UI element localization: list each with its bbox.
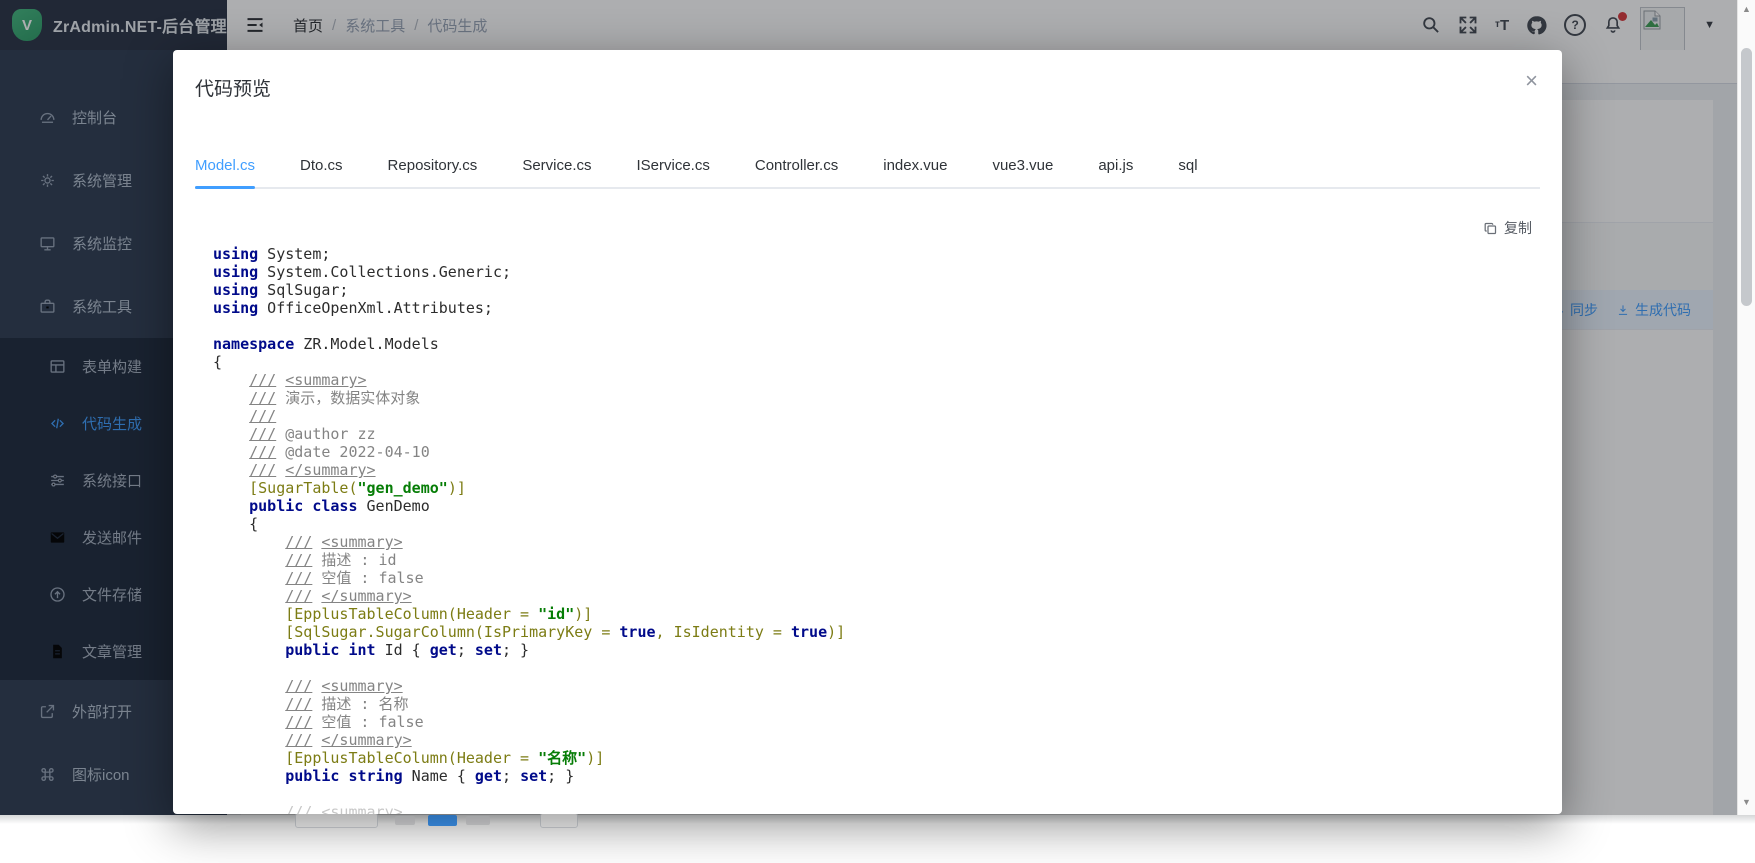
tab-Model.cs[interactable]: Model.cs [195, 157, 255, 187]
tab-IService.cs[interactable]: IService.cs [637, 157, 710, 187]
code-line: using System; [213, 245, 1554, 263]
code-line: [EpplusTableColumn(Header = "名称")] [213, 749, 1554, 767]
code-line: /// @author zz [213, 425, 1554, 443]
copy-button[interactable]: 复制 [1483, 218, 1532, 238]
copy-icon [1483, 221, 1498, 236]
code-line [213, 659, 1554, 677]
code-line: /// @date 2022-04-10 [213, 443, 1554, 461]
code-line: public string Name { get; set; } [213, 767, 1554, 785]
code-line: /// <summary> [213, 533, 1554, 551]
tab-api.js[interactable]: api.js [1098, 157, 1133, 187]
code-block: using System;using System.Collections.Ge… [213, 245, 1554, 814]
code-line: using System.Collections.Generic; [213, 263, 1554, 281]
pagination-goto-input[interactable] [540, 813, 578, 828]
tab-Repository.cs[interactable]: Repository.cs [388, 157, 478, 187]
code-line: /// </summary> [213, 731, 1554, 749]
code-line: /// </summary> [213, 461, 1554, 479]
code-line: /// 描述 : id [213, 551, 1554, 569]
code-line: /// 空值 : false [213, 713, 1554, 731]
pagination-active-page[interactable] [428, 815, 457, 826]
code-line: [SugarTable("gen_demo")] [213, 479, 1554, 497]
scrollbar-down-arrow[interactable]: ▼ [1738, 797, 1755, 807]
close-icon[interactable]: × [1525, 70, 1538, 92]
code-line: /// <summary> [213, 803, 1554, 814]
copy-label: 复制 [1504, 218, 1532, 238]
tab-vue3.vue[interactable]: vue3.vue [992, 157, 1053, 187]
tab-Dto.cs[interactable]: Dto.cs [300, 157, 343, 187]
code-line: { [213, 515, 1554, 533]
code-line: using SqlSugar; [213, 281, 1554, 299]
pagination-prev-button[interactable] [395, 816, 415, 825]
code-line: using OfficeOpenXml.Attributes; [213, 299, 1554, 317]
code-line: { [213, 353, 1554, 371]
code-line [213, 317, 1554, 335]
pagination-next-button[interactable] [466, 816, 490, 825]
code-line: [EpplusTableColumn(Header = "id")] [213, 605, 1554, 623]
app-root: V ZrAdmin.NET-后台管理 控制台系统管理系统监控系统工具表单构建代码… [0, 0, 1755, 863]
code-line: /// </summary> [213, 587, 1554, 605]
tab-Controller.cs[interactable]: Controller.cs [755, 157, 838, 187]
bottom-strip [0, 815, 1755, 863]
tab-sql[interactable]: sql [1178, 157, 1197, 187]
tab-Service.cs[interactable]: Service.cs [522, 157, 591, 187]
page-size-select[interactable] [295, 813, 378, 828]
code-line: namespace ZR.Model.Models [213, 335, 1554, 353]
code-preview-dialog: 代码预览 × Model.cs Dto.cs Repository.cs Servic… [173, 50, 1562, 814]
code-line: /// [213, 407, 1554, 425]
scrollbar-thumb[interactable] [1741, 48, 1752, 306]
dialog-title: 代码预览 [195, 74, 271, 101]
code-line: public class GenDemo [213, 497, 1554, 515]
code-line: /// <summary> [213, 371, 1554, 389]
code-line: /// 描述 : 名称 [213, 695, 1554, 713]
scrollbar[interactable]: ▲ ▼ [1737, 0, 1755, 815]
code-line: /// 演示，数据实体对象 [213, 389, 1554, 407]
scrollbar-up-arrow[interactable]: ▲ [1738, 4, 1755, 14]
code-line [213, 785, 1554, 803]
code-line: [SqlSugar.SugarColumn(IsPrimaryKey = tru… [213, 623, 1554, 641]
code-line: /// <summary> [213, 677, 1554, 695]
code-line: /// 空值 : false [213, 569, 1554, 587]
code-line: public int Id { get; set; } [213, 641, 1554, 659]
code-tabs: Model.cs Dto.cs Repository.cs Service.cs ISe… [195, 157, 1540, 189]
tab-index.vue[interactable]: index.vue [883, 157, 947, 187]
